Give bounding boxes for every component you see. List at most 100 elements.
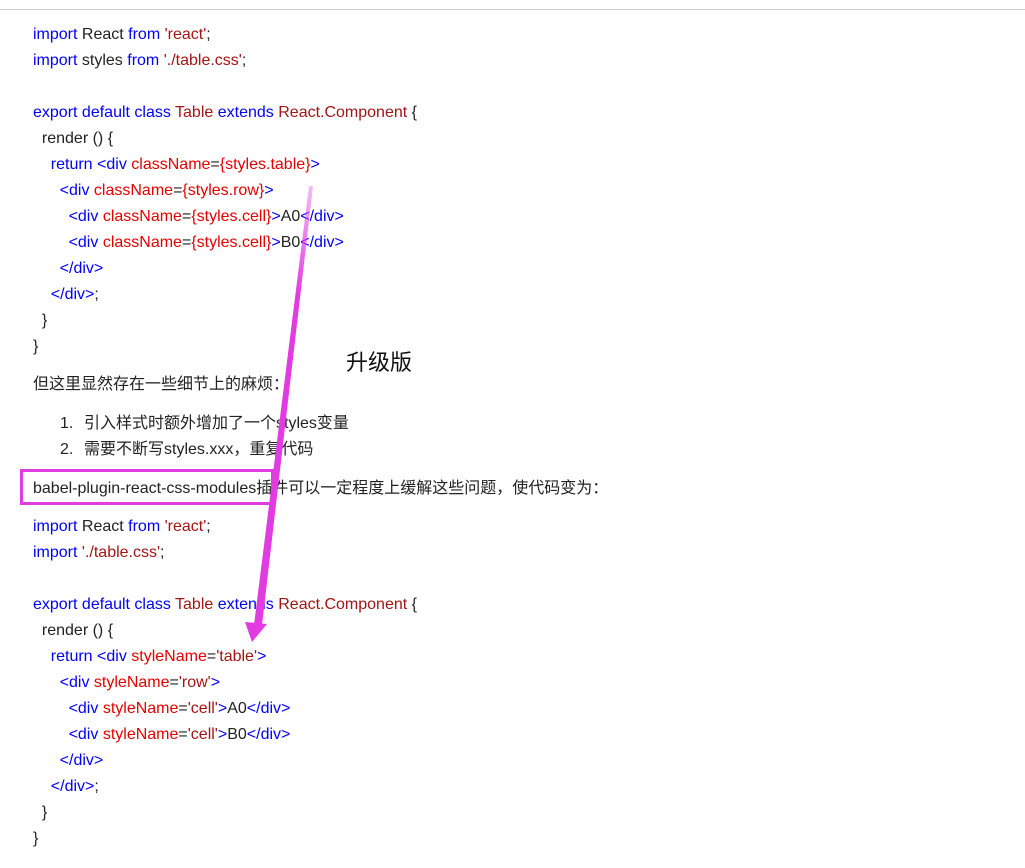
code-tag: <div bbox=[97, 156, 127, 173]
code-text: { bbox=[407, 104, 417, 121]
code-tag: </div> bbox=[246, 726, 291, 743]
code-text: B0 bbox=[280, 234, 301, 251]
code-keyword: from bbox=[128, 518, 161, 535]
code-string: './table.css' bbox=[81, 544, 161, 561]
top-divider bbox=[0, 9, 1025, 10]
code-text: ; bbox=[206, 518, 211, 535]
code-string: 'cell' bbox=[187, 700, 218, 717]
code-line: <div className={styles.cell}>B0</div> bbox=[33, 230, 417, 256]
code-text: React bbox=[77, 26, 129, 43]
code-tag: > bbox=[264, 182, 274, 199]
code-text: } bbox=[33, 830, 39, 847]
code-line: import React from 'react'; bbox=[33, 514, 417, 540]
code-keyword: from bbox=[127, 52, 160, 69]
code-line: export default class Table extends React… bbox=[33, 592, 417, 618]
code-text: = bbox=[178, 700, 188, 717]
code-text: ; bbox=[206, 26, 211, 43]
code-tag: > bbox=[210, 674, 221, 691]
code-string: 'row' bbox=[178, 674, 211, 691]
code-attribute: className bbox=[102, 234, 182, 251]
code-tag: </div> bbox=[59, 752, 104, 769]
code-line: <div styleName='cell'>B0</div> bbox=[33, 722, 417, 748]
code-string: 'cell' bbox=[187, 726, 218, 743]
code-attribute: className bbox=[102, 208, 182, 225]
code-keyword: import bbox=[33, 518, 78, 535]
list-item-text: 需要不断写styles.xxx，重复代码 bbox=[84, 441, 314, 458]
code-tag: > bbox=[217, 700, 228, 717]
code-attribute: styleName bbox=[102, 726, 179, 743]
code-text: ; bbox=[160, 544, 165, 561]
code-tag: </div> bbox=[50, 778, 95, 795]
code-text: = bbox=[173, 182, 183, 199]
code-attribute: className bbox=[131, 156, 211, 173]
code-text: ; bbox=[241, 52, 247, 69]
problem-list: 1. 引入样式时额外增加了一个styles变量 2. 需要不断写styles.xxx… bbox=[60, 411, 349, 463]
code-line: </div>; bbox=[33, 282, 417, 308]
code-string: './table.css' bbox=[163, 52, 242, 69]
code-line: return <div className={styles.table}> bbox=[33, 152, 417, 178]
code-text: styles bbox=[77, 52, 128, 69]
code-tag: </div> bbox=[300, 208, 344, 225]
code-text: React bbox=[77, 518, 129, 535]
code-attribute: styleName bbox=[102, 700, 179, 717]
code-tag: <div bbox=[68, 234, 99, 251]
code-keyword: export bbox=[33, 596, 78, 613]
code-text: B0 bbox=[227, 726, 247, 743]
code-keyword: class bbox=[134, 104, 171, 121]
code-keyword: from bbox=[128, 26, 161, 43]
code-text: A0 bbox=[227, 700, 247, 717]
code-line: import './table.css'; bbox=[33, 540, 417, 566]
code-keyword: extends bbox=[217, 104, 274, 121]
code-attribute: styleName bbox=[131, 648, 207, 665]
code-text: { bbox=[407, 596, 417, 613]
code-line: } bbox=[33, 826, 417, 852]
code-text: ; bbox=[94, 286, 99, 303]
code-line: render () { bbox=[33, 618, 417, 644]
code-keyword: import bbox=[33, 544, 78, 561]
code-attribute: {styles.row} bbox=[182, 182, 265, 199]
code-attribute: className bbox=[93, 182, 174, 199]
code-tag: </div> bbox=[300, 234, 344, 251]
code-text: = bbox=[169, 674, 179, 691]
list-item-number: 1. bbox=[60, 415, 74, 432]
code-text: = bbox=[206, 648, 217, 665]
code-keyword: import bbox=[33, 26, 78, 43]
code-class-name: React.Component bbox=[278, 104, 408, 121]
code-attribute: {styles.cell} bbox=[191, 208, 272, 225]
code-keyword: return bbox=[50, 156, 93, 173]
code-line: <div className={styles.row}> bbox=[33, 178, 417, 204]
code-text: = bbox=[178, 726, 188, 743]
code-class-name: React.Component bbox=[278, 596, 408, 613]
code-text: ; bbox=[94, 778, 99, 795]
code-attribute: {styles.cell} bbox=[191, 234, 272, 251]
code-text: = bbox=[210, 156, 220, 173]
code-tag: > bbox=[271, 234, 281, 251]
code-block-upgraded: import React from 'react'; import './tabl… bbox=[33, 514, 417, 852]
code-line: return <div styleName='table'> bbox=[33, 644, 417, 670]
code-tag: <div bbox=[68, 700, 99, 717]
code-tag: <div bbox=[59, 182, 90, 199]
code-keyword: class bbox=[134, 596, 171, 613]
code-tag: <div bbox=[68, 208, 99, 225]
code-attribute: {styles.table} bbox=[219, 156, 311, 173]
upgrade-annotation-label: 升级版 bbox=[346, 350, 413, 375]
code-line: </div> bbox=[33, 256, 417, 282]
code-text: } bbox=[33, 804, 48, 821]
code-keyword: default bbox=[81, 104, 130, 121]
code-line: <div className={styles.cell}>A0</div> bbox=[33, 204, 417, 230]
code-text: render () { bbox=[33, 130, 114, 147]
code-line: render () { bbox=[33, 126, 417, 152]
code-tag: > bbox=[310, 156, 320, 173]
list-item-text: 引入样式时额外增加了一个styles变量 bbox=[84, 415, 349, 432]
code-string: 'react' bbox=[164, 518, 207, 535]
list-item-number: 2. bbox=[60, 441, 74, 458]
code-tag: <div bbox=[97, 648, 127, 665]
list-item: 1. 引入样式时额外增加了一个styles变量 bbox=[60, 411, 349, 437]
code-class-name: Table bbox=[175, 104, 214, 121]
